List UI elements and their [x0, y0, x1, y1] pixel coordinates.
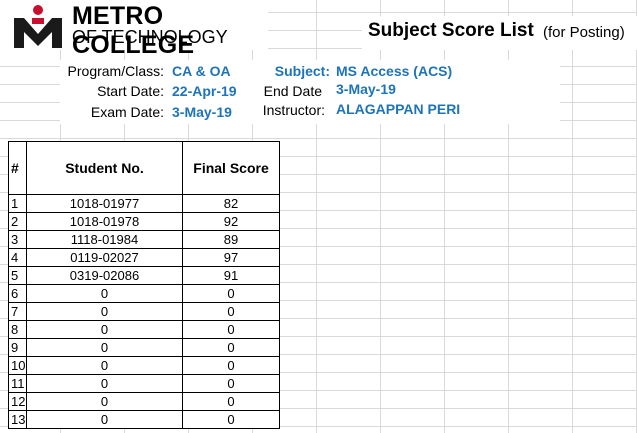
page-title: Subject Score List (for Posting)	[362, 16, 637, 50]
program-value[interactable]: CA & OA	[172, 63, 231, 79]
student-no-cell[interactable]: 0319-02086	[26, 266, 183, 285]
instructor-label: Instructor:	[262, 102, 325, 118]
instructor-value[interactable]: ALAGAPPAN PERI	[336, 101, 460, 117]
table-row: 5 0319-02086 91	[8, 266, 280, 285]
student-no-cell[interactable]: 0	[26, 302, 183, 321]
table-row: 2 1018-01978 92	[8, 212, 280, 231]
col-header-number[interactable]: #	[8, 141, 27, 195]
final-score-cell[interactable]: 82	[182, 194, 280, 213]
subject-value[interactable]: MS Access (ACS)	[336, 63, 452, 79]
row-number-cell[interactable]: 6	[8, 284, 27, 303]
row-number-cell[interactable]: 1	[8, 194, 27, 213]
exam-date-value[interactable]: 3-May-19	[172, 104, 232, 120]
student-no-cell[interactable]: 1018-01978	[26, 212, 183, 231]
end-date-label: End Date	[263, 83, 322, 99]
start-date-label: Start Date:	[97, 83, 164, 99]
final-score-cell[interactable]: 0	[182, 356, 280, 375]
final-score-cell[interactable]: 89	[182, 230, 280, 249]
final-score-cell[interactable]: 0	[182, 302, 280, 321]
table-row: 13 0 0	[8, 410, 280, 429]
table-row: 700	[8, 302, 280, 321]
row-number-cell[interactable]: 2	[8, 212, 27, 231]
student-no-cell[interactable]: 1018-01977	[26, 194, 183, 213]
exam-date-label: Exam Date:	[90, 104, 164, 120]
title-note: (for Posting)	[543, 24, 625, 41]
table-header-row: # Student No. Final Score	[8, 141, 280, 195]
col-header-student-no[interactable]: Student No.	[26, 141, 183, 195]
student-no-cell[interactable]: 0	[26, 320, 183, 339]
table-row: 600	[8, 284, 280, 303]
final-score-cell[interactable]: 91	[182, 266, 280, 285]
table-row: 800	[8, 320, 280, 339]
final-score-cell[interactable]: 0	[182, 284, 280, 303]
student-no-cell[interactable]: 1118-01984	[26, 230, 183, 249]
final-score-cell[interactable]: 0	[182, 392, 280, 411]
student-no-cell[interactable]: 0	[26, 410, 183, 429]
row-number-cell[interactable]: 10	[8, 356, 27, 375]
final-score-cell[interactable]: 0	[182, 320, 280, 339]
student-no-cell[interactable]: 0	[26, 392, 183, 411]
final-score-cell[interactable]: 0	[182, 374, 280, 393]
student-no-cell[interactable]: 0	[26, 284, 183, 303]
row-number-cell[interactable]: 5	[8, 266, 27, 285]
logo-line2: OF TECHNOLOGY	[72, 27, 228, 47]
row-number-cell[interactable]: 12	[8, 392, 27, 411]
table-row: 900	[8, 338, 280, 357]
final-score-cell[interactable]: 92	[182, 212, 280, 231]
table-row: 11 0 0	[8, 374, 280, 393]
score-table: # Student No. Final Score 1 1018-01977 82 2…	[8, 141, 280, 429]
final-score-cell[interactable]: 0	[182, 338, 280, 357]
start-date-value[interactable]: 22-Apr-19	[172, 83, 237, 99]
end-date-value[interactable]: 3-May-19	[336, 81, 396, 97]
student-no-cell[interactable]: 0	[26, 374, 183, 393]
row-number-cell[interactable]: 9	[8, 338, 27, 357]
final-score-cell[interactable]: 97	[182, 248, 280, 267]
program-label: Program/Class:	[67, 63, 164, 79]
row-number-cell[interactable]: 13	[8, 410, 27, 429]
final-score-cell[interactable]: 0	[182, 410, 280, 429]
row-number-cell[interactable]: 4	[8, 248, 27, 267]
table-body: 1 1018-01977 82 2 1018-01978 92 3 1118-01984 89 4…	[8, 194, 280, 429]
college-logo: METRO COLLEGE OF TECHNOLOGY	[0, 0, 268, 59]
row-number-cell[interactable]: 7	[8, 302, 27, 321]
table-row: 10 0 0	[8, 356, 280, 375]
row-number-cell[interactable]: 8	[8, 320, 27, 339]
table-row: 4 0119-02027 97	[8, 248, 280, 267]
row-number-cell[interactable]: 3	[8, 230, 27, 249]
table-row: 12 0 0	[8, 392, 280, 411]
col-header-final-score[interactable]: Final Score	[182, 141, 280, 195]
table-row: 3 1118-01984 89	[8, 230, 280, 249]
student-no-cell[interactable]: 0119-02027	[26, 248, 183, 267]
metro-logo-icon	[14, 5, 62, 48]
student-no-cell[interactable]: 0	[26, 338, 183, 357]
student-no-cell[interactable]: 0	[26, 356, 183, 375]
info-block: Program/Class: CA & OA Start Date: 22-Ap…	[60, 60, 560, 124]
table-row: 1 1018-01977 82	[8, 194, 280, 213]
title-main: Subject Score List	[368, 20, 534, 41]
subject-label: Subject:	[274, 63, 330, 79]
row-number-cell[interactable]: 11	[8, 374, 27, 393]
